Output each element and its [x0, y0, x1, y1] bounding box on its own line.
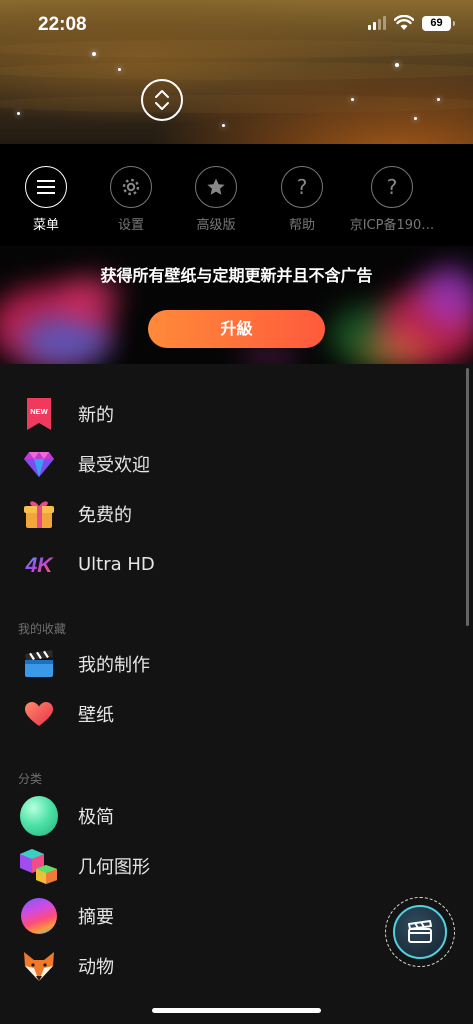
menu-item-label: 摘要 — [78, 907, 114, 928]
clapperboard-icon — [20, 645, 58, 683]
star-icon — [195, 166, 237, 208]
menu-item-label: 极简 — [78, 807, 114, 828]
menu-item-new[interactable]: NEW 新的 — [0, 389, 440, 439]
toolbar-premium-button[interactable]: 高级版 — [176, 166, 256, 233]
clapperboard-icon — [393, 905, 447, 959]
chevron-up-down-icon — [155, 90, 169, 110]
menu-item-label: 动物 — [78, 957, 114, 978]
menu-item-abstract[interactable]: 摘要 — [0, 891, 440, 941]
4k-icon: 4K — [20, 545, 58, 583]
section-header-categories: 分类 — [18, 772, 43, 786]
toolbar-settings-button[interactable]: 设置 — [91, 166, 171, 233]
scrollbar[interactable] — [466, 368, 469, 626]
toolbar-label: 高级版 — [196, 218, 236, 233]
new-badge-text: NEW — [30, 407, 48, 416]
home-indicator[interactable] — [152, 1008, 321, 1013]
menu-item-label: 我的制作 — [78, 655, 150, 676]
wallpaper-preview: 22:08 69 — [0, 0, 473, 144]
menu-item-label: 壁纸 — [78, 705, 114, 726]
gift-icon — [20, 495, 58, 533]
help-icon: ? — [281, 166, 323, 208]
menu-icon — [25, 166, 67, 208]
toolbar-label: 设置 — [117, 218, 144, 233]
menu-item-label: 新的 — [78, 405, 114, 426]
battery-indicator: 69 — [422, 15, 455, 31]
top-toolbar: 菜单 设置 高级版 ? 帮助 ? 京ICP备190… — [0, 144, 473, 246]
signal-icon — [368, 16, 386, 30]
menu-item-label: 几何图形 — [78, 857, 150, 878]
wifi-icon — [394, 15, 414, 30]
menu-item-label: Ultra HD — [78, 553, 155, 575]
menu-item-wallpapers[interactable]: 壁纸 — [0, 689, 440, 739]
toolbar-label: 菜单 — [32, 218, 59, 233]
status-icons: 69 — [368, 15, 455, 31]
toolbar-label: 帮助 — [288, 218, 315, 233]
menu-item-ultra-hd[interactable]: 4K Ultra HD — [0, 539, 440, 589]
toolbar-icp-button[interactable]: ? 京ICP备190… — [344, 166, 440, 233]
create-wallpaper-button[interactable] — [385, 897, 455, 967]
heart-icon — [20, 695, 58, 733]
gear-icon — [110, 166, 152, 208]
menu-item-label: 免费的 — [78, 505, 132, 526]
menu-item-my-creations[interactable]: 我的制作 — [0, 639, 440, 689]
section-header-favorites: 我的收藏 — [18, 622, 67, 636]
status-time: 22:08 — [38, 14, 87, 35]
abstract-sphere-icon — [20, 897, 58, 935]
cube-icon — [20, 847, 58, 885]
toolbar-label: 京ICP备190… — [349, 218, 435, 233]
green-orb-icon — [20, 796, 58, 836]
menu-item-label: 最受欢迎 — [78, 455, 150, 476]
upgrade-button[interactable]: 升級 — [148, 310, 325, 348]
help-icon: ? — [371, 166, 413, 208]
expand-toggle-button[interactable] — [141, 79, 183, 121]
fox-icon — [20, 947, 58, 985]
menu-item-free[interactable]: 免费的 — [0, 489, 440, 539]
diamond-icon — [20, 445, 58, 483]
menu-item-popular[interactable]: 最受欢迎 — [0, 439, 440, 489]
menu-item-minimal[interactable]: 极简 — [0, 791, 440, 841]
upgrade-banner: 获得所有壁纸与定期更新并且不含广告 升級 — [0, 246, 473, 364]
toolbar-menu-button[interactable]: 菜单 — [6, 166, 86, 233]
new-badge-icon: NEW — [20, 395, 58, 433]
4k-badge-text: 4K — [25, 554, 55, 575]
menu-item-geometric[interactable]: 几何图形 — [0, 841, 440, 891]
promo-text: 获得所有壁纸与定期更新并且不含广告 — [100, 266, 373, 285]
toolbar-help-button[interactable]: ? 帮助 — [262, 166, 342, 233]
menu-item-animals[interactable]: 动物 — [0, 941, 440, 991]
